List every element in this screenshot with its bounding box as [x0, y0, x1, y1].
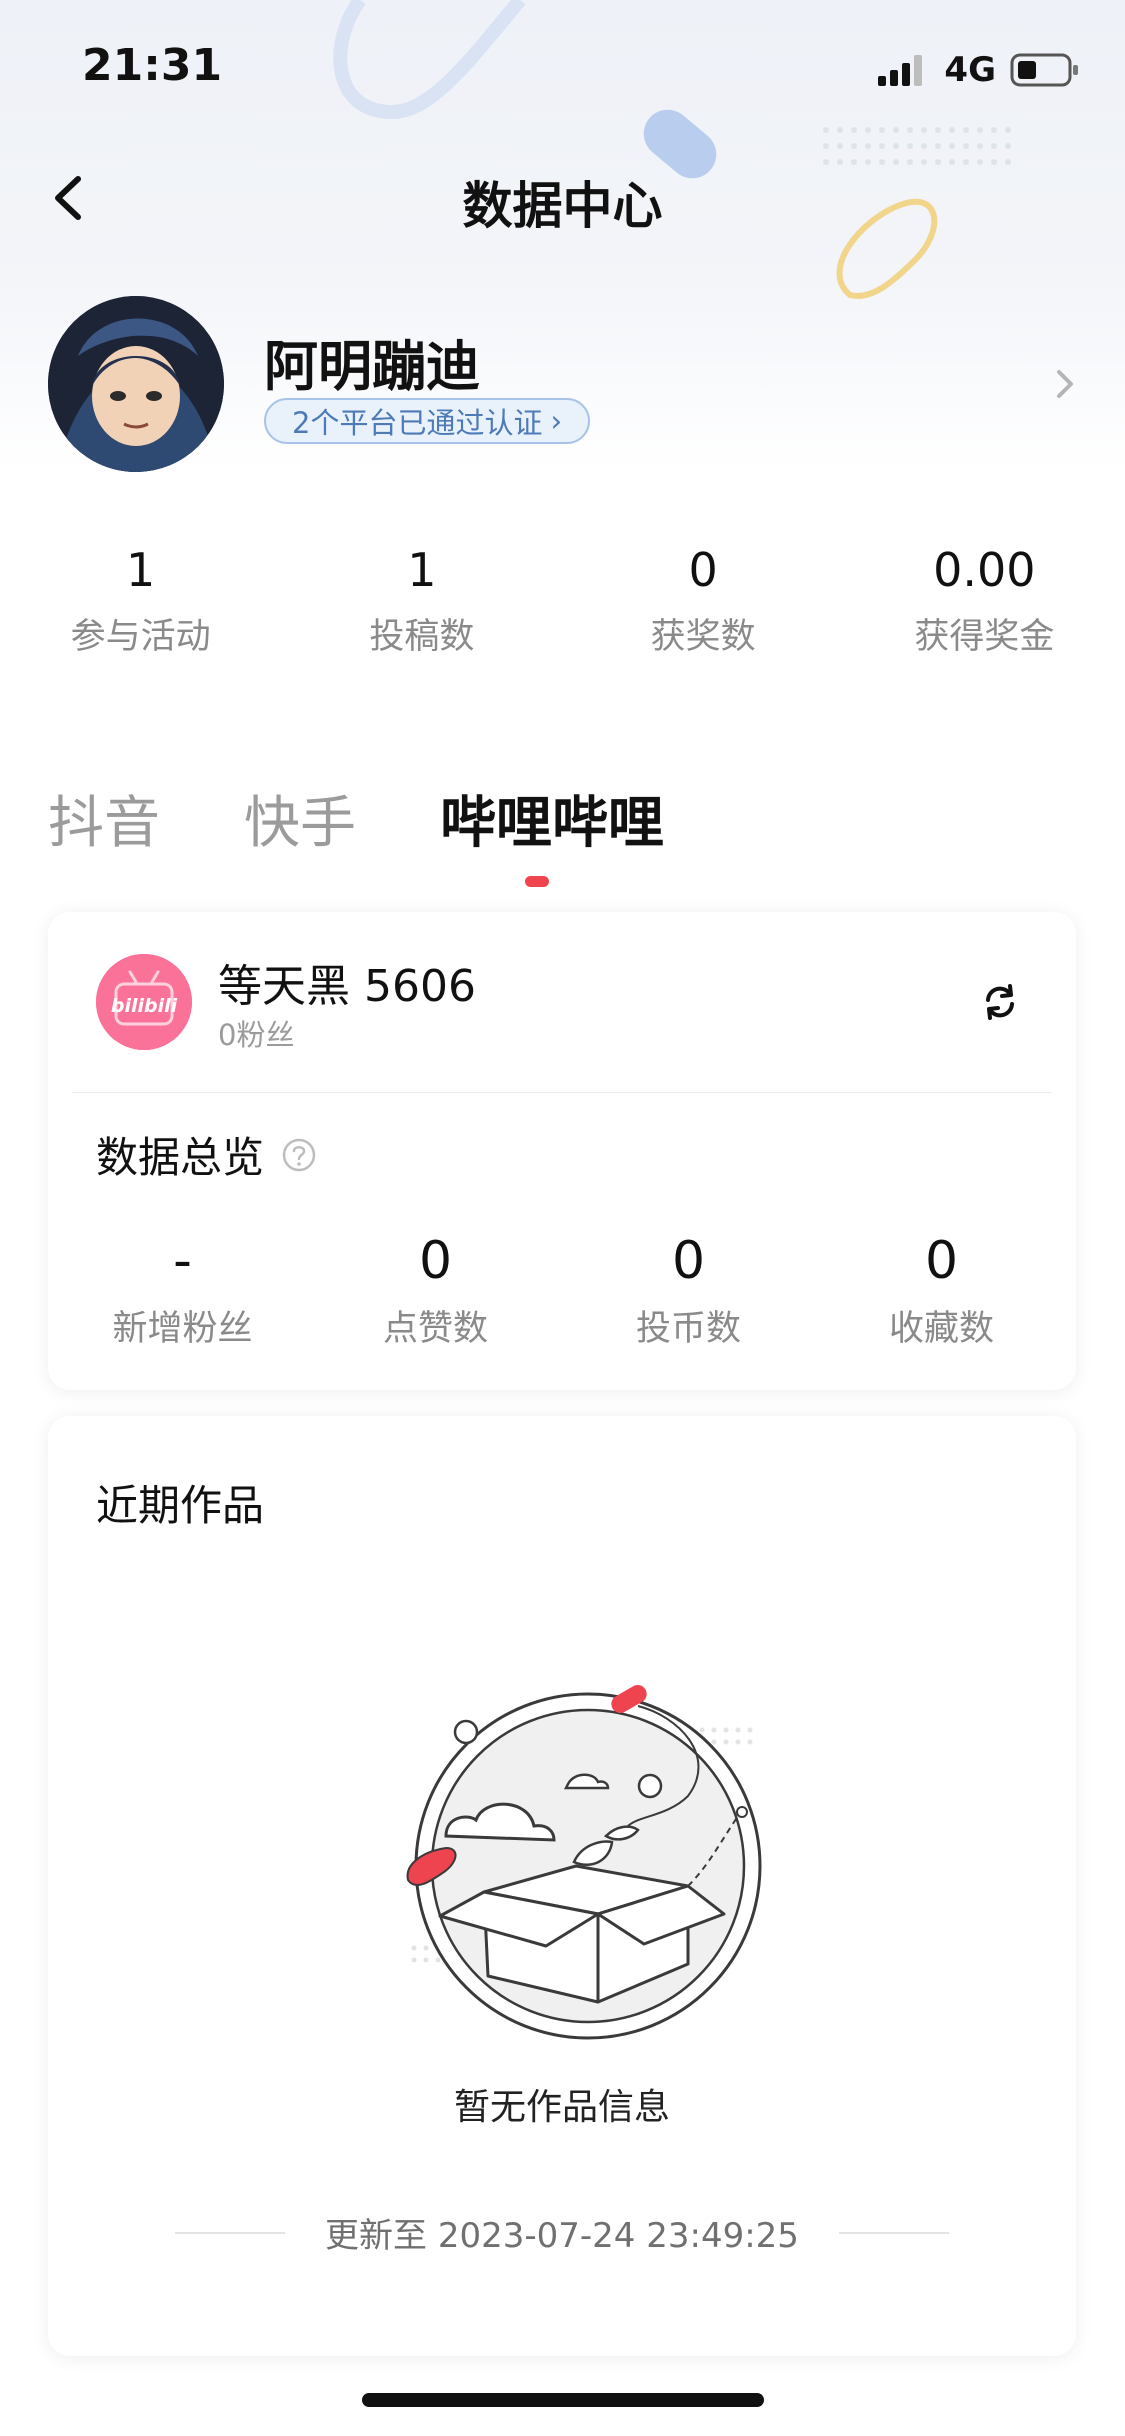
status-indicators: 4G — [878, 50, 1080, 90]
stat-label: 投稿数 — [369, 617, 475, 657]
bilibili-logo: bilibili — [96, 954, 192, 1050]
status-bar: 21:31 4G — [0, 0, 1125, 140]
tab-douyin[interactable]: 抖音 — [48, 778, 160, 859]
network-type: 4G — [944, 50, 996, 90]
metric-likes: 0 点赞数 — [309, 1230, 562, 1351]
metric-label: 收藏数 — [888, 1309, 994, 1349]
overview-metrics: - 新增粉丝 0 点赞数 0 投币数 0 收藏数 — [48, 1230, 1076, 1351]
help-icon[interactable] — [282, 1138, 316, 1172]
page-title: 数据中心 — [462, 177, 663, 235]
empty-box-illustration — [406, 1685, 762, 2040]
stat-label: 获得奖金 — [914, 617, 1055, 657]
account-card: bilibili 等天黑 5606 0粉丝 数据总览 - 新增粉丝 0 点赞数 … — [48, 912, 1076, 1390]
metric-value: 0 — [418, 1231, 453, 1291]
stat-bonus[interactable]: 0.00 获得奖金 — [844, 540, 1125, 659]
tab-indicator — [525, 876, 549, 887]
update-info: 更新至 2023-07-24 23:49:25 — [48, 2208, 1076, 2257]
profile-chevron-icon[interactable] — [1051, 364, 1079, 404]
stat-value: 0 — [688, 543, 718, 597]
bilibili-logo-text: bilibili — [111, 995, 178, 1017]
battery-icon — [1010, 53, 1078, 87]
stat-label: 获奖数 — [650, 617, 756, 657]
stats-row: 1 参与活动 1 投稿数 0 获奖数 0.00 获得奖金 — [0, 540, 1125, 659]
metric-label: 点赞数 — [382, 1309, 488, 1349]
card-divider — [72, 1092, 1052, 1093]
metric-value: 0 — [924, 1231, 959, 1291]
avatar[interactable] — [48, 296, 224, 472]
works-title: 近期作品 — [96, 1481, 265, 1530]
avatar-image — [48, 296, 224, 472]
stat-value: 1 — [125, 543, 156, 597]
metric-value: - — [173, 1231, 192, 1291]
metric-label: 投币数 — [635, 1309, 741, 1349]
bilibili-logo-mark: bilibili — [96, 954, 192, 1050]
verify-chevron-icon: › — [550, 404, 563, 438]
empty-state-text: 暂无作品信息 — [453, 2087, 670, 2128]
verify-text: 2个平台已通过认证 — [292, 406, 543, 440]
metric-new-fans: - 新增粉丝 — [56, 1230, 309, 1351]
overview-header: 数据总览 — [96, 1124, 316, 1185]
refresh-icon[interactable] — [980, 982, 1020, 1022]
metric-value: 0 — [671, 1231, 706, 1291]
account-fans: 0粉丝 — [218, 1018, 295, 1052]
profile-name: 阿明蹦迪 — [264, 335, 480, 398]
metric-favorites: 0 收藏数 — [815, 1230, 1068, 1351]
update-divider-left — [175, 2231, 286, 2234]
metric-coins: 0 投币数 — [562, 1230, 815, 1351]
stat-submissions[interactable]: 1 投稿数 — [281, 540, 562, 659]
status-time: 21:31 — [82, 40, 223, 91]
stat-value: 1 — [407, 543, 437, 597]
stat-activities[interactable]: 1 参与活动 — [0, 540, 281, 659]
stat-label: 参与活动 — [70, 617, 211, 657]
works-card: 近期作品 暂无作品信息 更新至 2023-07-24 23:49:25 — [48, 1416, 1076, 2356]
stat-value: 0.00 — [933, 543, 1036, 597]
metric-label: 新增粉丝 — [112, 1309, 253, 1349]
tab-kuaishou[interactable]: 快手 — [244, 778, 356, 859]
account-name: 等天黑 5606 — [218, 961, 476, 1012]
overview-title: 数据总览 — [96, 1133, 265, 1182]
home-indicator[interactable] — [362, 2393, 764, 2407]
update-timestamp: 更新至 2023-07-24 23:49:25 — [325, 2216, 799, 2256]
stat-awards[interactable]: 0 获奖数 — [563, 540, 844, 659]
update-divider-right — [838, 2231, 949, 2234]
signal-icon — [878, 55, 923, 86]
tab-bilibili[interactable]: 哔哩哔哩 — [440, 778, 664, 859]
verify-badge[interactable]: 2个平台已通过认证 › — [264, 398, 591, 444]
platform-tabs: 抖音 快手 哔哩哔哩 — [48, 778, 664, 859]
